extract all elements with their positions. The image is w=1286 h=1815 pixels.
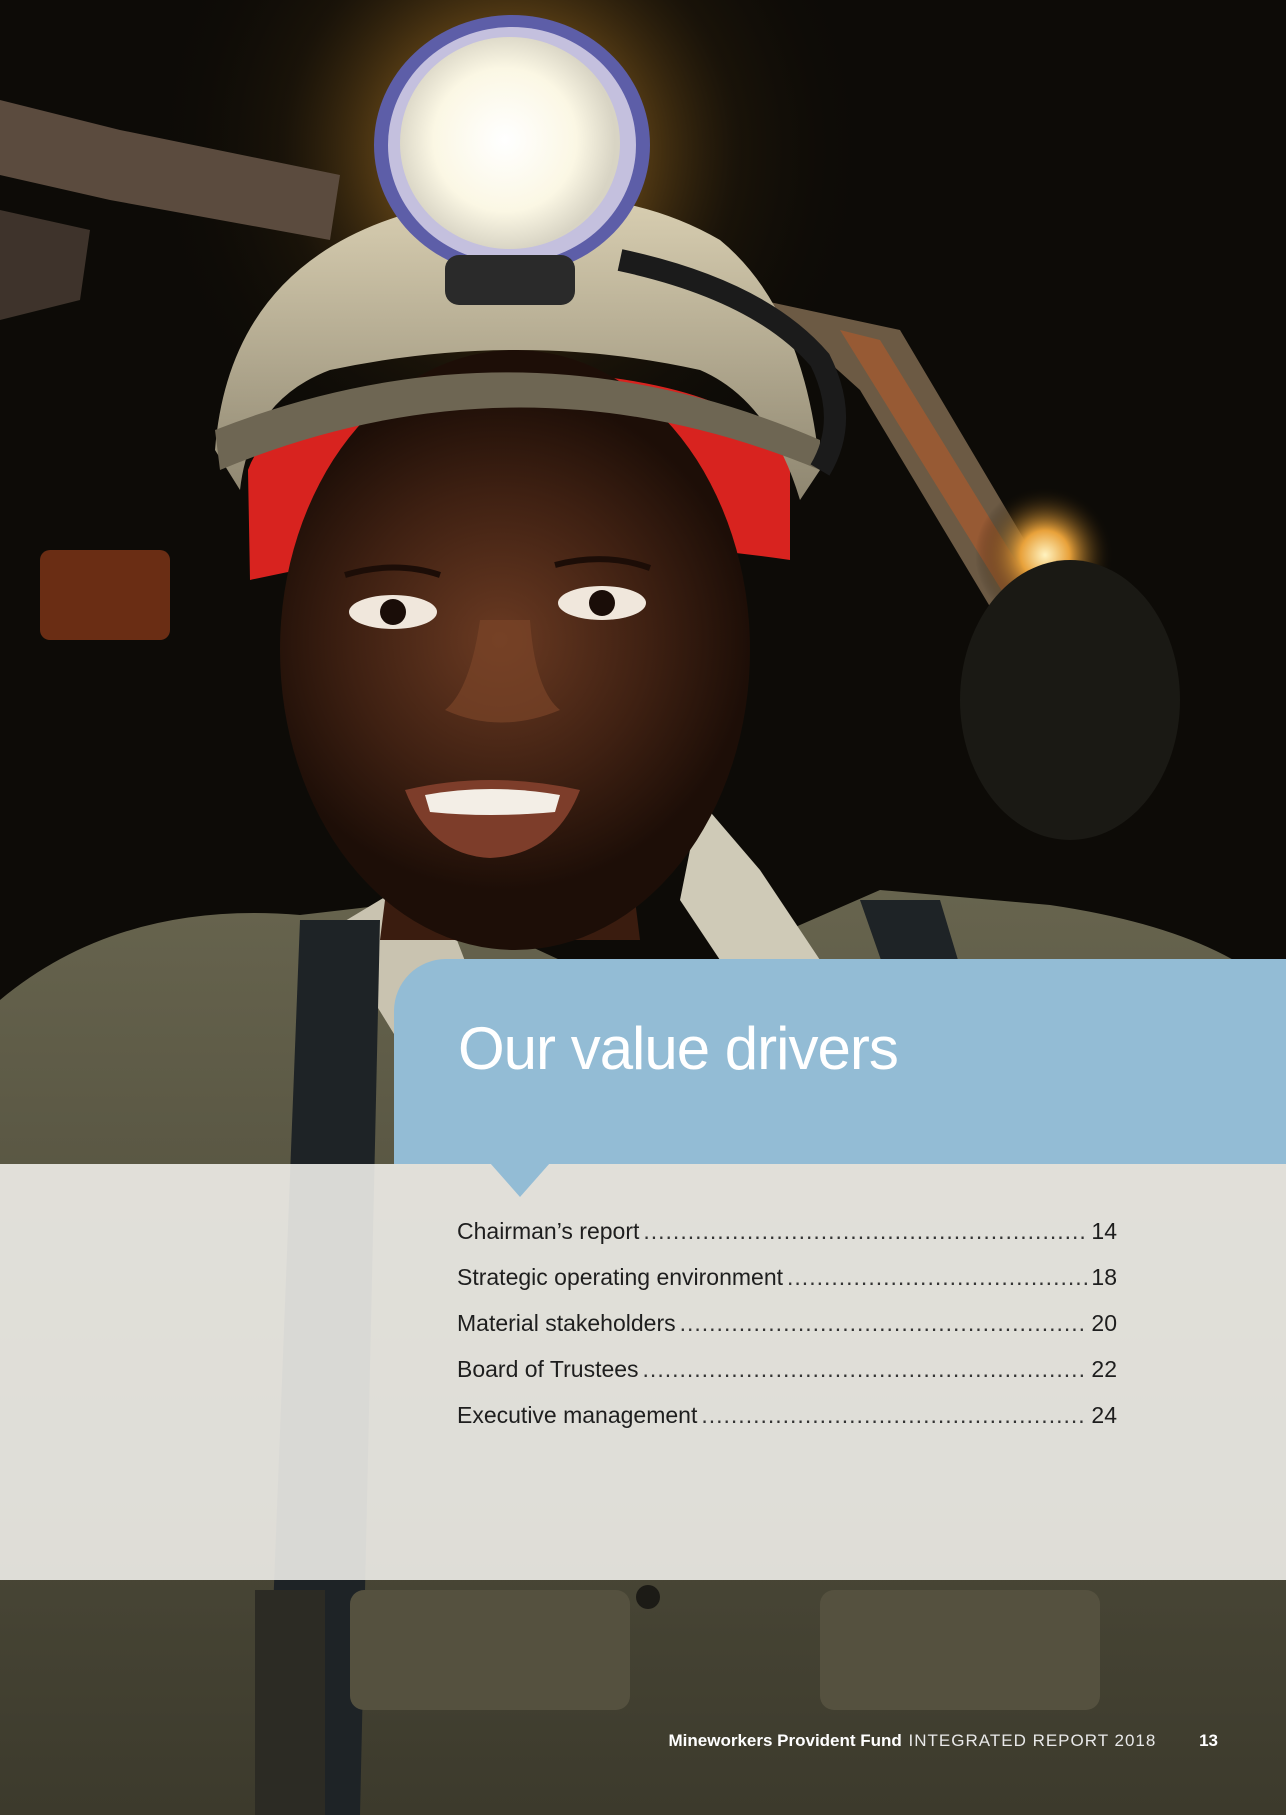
contents-item[interactable]: Material stakeholders 20 xyxy=(457,1310,1117,1356)
leader-dots xyxy=(643,1218,1087,1245)
leader-dots xyxy=(787,1264,1087,1291)
contents-item[interactable]: Strategic operating environment 18 xyxy=(457,1264,1117,1310)
contents-item[interactable]: Board of Trustees 22 xyxy=(457,1356,1117,1402)
footer-report-title: INTEGRATED REPORT 2018 xyxy=(908,1731,1157,1750)
contents-item-label: Chairman’s report xyxy=(457,1218,640,1244)
contents-item-label: Strategic operating environment xyxy=(457,1264,784,1290)
contents-item[interactable]: Executive management 24 xyxy=(457,1402,1117,1448)
section-title-box: Our value drivers xyxy=(394,959,1286,1197)
contents-item-page: 20 xyxy=(1091,1310,1117,1336)
title-pointer xyxy=(490,1163,550,1197)
leader-dots xyxy=(643,1356,1088,1383)
footer-brand: Mineworkers Provident Fund xyxy=(668,1731,902,1750)
leader-dots xyxy=(701,1402,1087,1429)
contents-item-page: 24 xyxy=(1091,1402,1117,1428)
contents-list: Chairman’s report 14 Strategic operating… xyxy=(457,1218,1117,1448)
contents-item-page: 18 xyxy=(1091,1264,1117,1290)
contents-item-label: Executive management xyxy=(457,1402,698,1428)
section-title: Our value drivers xyxy=(458,1015,899,1082)
leader-dots xyxy=(680,1310,1088,1337)
contents-item-page: 14 xyxy=(1091,1218,1117,1244)
contents-item-label: Board of Trustees xyxy=(457,1356,639,1382)
contents-item[interactable]: Chairman’s report 14 xyxy=(457,1218,1117,1264)
page-footer: Mineworkers Provident Fund INTEGRATED RE… xyxy=(669,1731,1219,1751)
contents-item-label: Material stakeholders xyxy=(457,1310,676,1336)
contents-item-page: 22 xyxy=(1091,1356,1117,1382)
page-number: 13 xyxy=(1199,1731,1218,1750)
